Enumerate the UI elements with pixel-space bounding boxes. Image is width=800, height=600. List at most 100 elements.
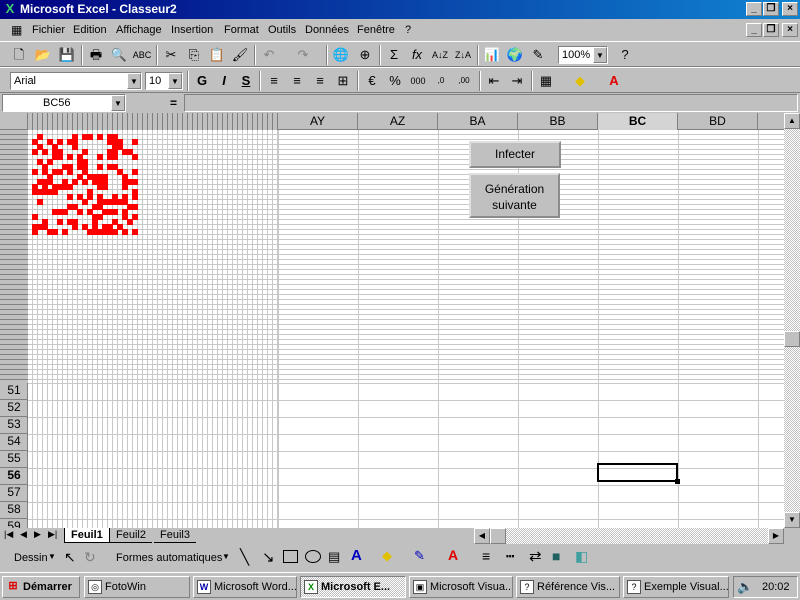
chevron-down-icon[interactable]: ▼	[127, 73, 141, 89]
menu-help[interactable]: ?	[405, 24, 411, 36]
align-left-icon[interactable]: ≡	[263, 71, 285, 91]
currency-icon[interactable]: €	[361, 71, 383, 91]
next-sheet-icon[interactable]: ▶	[34, 529, 41, 540]
tab-feuil3[interactable]: Feuil3	[154, 528, 196, 543]
active-cell[interactable]	[597, 463, 678, 482]
formula-input[interactable]	[184, 94, 798, 112]
col-header-ba[interactable]: BA	[438, 113, 518, 130]
save-icon[interactable]: 💾	[56, 45, 78, 65]
prev-sheet-icon[interactable]: ◀	[20, 529, 27, 540]
thousands-icon[interactable]: 000	[407, 71, 429, 91]
row-header-54[interactable]: 54	[0, 434, 28, 451]
col-header-az[interactable]: AZ	[358, 113, 438, 130]
menu-edition[interactable]: Edition	[73, 24, 107, 36]
row-header-55[interactable]: 55	[0, 451, 28, 468]
scroll-down-icon[interactable]: ▼	[784, 512, 800, 528]
chevron-down-icon[interactable]: ▼	[593, 47, 607, 63]
align-center-icon[interactable]: ≡	[286, 71, 308, 91]
menu-fenetre[interactable]: Fenêtre	[357, 24, 395, 36]
menu-donnees[interactable]: Données	[305, 24, 349, 36]
scroll-thumb[interactable]	[784, 331, 800, 347]
line-color-icon[interactable]: ✎	[414, 548, 425, 564]
print-preview-icon[interactable]: 🔍	[108, 45, 130, 65]
select-pointer-icon[interactable]: ↖	[64, 549, 76, 566]
col-header-ay[interactable]: AY	[278, 113, 358, 130]
increase-indent-icon[interactable]: ⇥	[506, 71, 528, 91]
workbook-icon[interactable]: ▦	[11, 23, 22, 37]
excel-icon[interactable]: X	[3, 2, 17, 16]
font-color-icon[interactable]: A	[603, 71, 625, 91]
autoshapes-menu[interactable]: Formes automatiques	[116, 552, 222, 564]
menu-outils[interactable]: Outils	[268, 24, 296, 36]
task-word[interactable]: W Microsoft Word...	[193, 576, 297, 598]
zoom-select[interactable]: 100% ▼	[558, 46, 608, 64]
row-header-51[interactable]: 51	[0, 383, 28, 400]
spellcheck-icon[interactable]: ABC	[131, 45, 153, 65]
3d-icon[interactable]: ◧	[575, 548, 588, 565]
close-button[interactable]: ×	[782, 2, 798, 16]
copy-icon[interactable]: ⎘	[183, 45, 205, 65]
infect-button[interactable]: Infecter	[469, 141, 561, 168]
sort-desc-icon[interactable]: Z↓A	[452, 45, 474, 65]
align-right-icon[interactable]: ≡	[309, 71, 331, 91]
paste-icon[interactable]: 📋	[206, 45, 228, 65]
select-all-button[interactable]	[0, 113, 28, 130]
borders-icon[interactable]: ▦	[535, 71, 557, 91]
chart-wizard-icon[interactable]: 📊	[481, 45, 503, 65]
chevron-down-icon[interactable]: ▼	[48, 552, 56, 561]
worksheet[interactable]: AY AZ BA BB BC BD 51 52 53 54 55 56 57 5…	[0, 113, 784, 528]
font-select[interactable]: Arial ▼	[10, 72, 142, 90]
decrease-indent-icon[interactable]: ⇤	[483, 71, 505, 91]
draw-menu[interactable]: Dessin	[14, 552, 48, 564]
row-header-53[interactable]: 53	[0, 417, 28, 434]
hscroll-track[interactable]	[490, 528, 768, 544]
chevron-down-icon[interactable]: ▼	[168, 73, 182, 89]
doc-minimize-button[interactable]: _	[746, 23, 762, 37]
function-icon[interactable]: fx	[406, 45, 428, 65]
rotate-icon[interactable]: ↻	[84, 549, 96, 566]
hscroll-thumb[interactable]	[490, 528, 506, 544]
col-header-bd[interactable]: BD	[678, 113, 758, 130]
line-icon[interactable]: ╲	[240, 548, 249, 566]
percent-icon[interactable]: %	[384, 71, 406, 91]
doc-restore-button[interactable]: ❐	[763, 23, 779, 37]
undo-icon[interactable]: ↶	[258, 45, 280, 65]
web-toolbar-icon[interactable]: ⊕	[354, 45, 376, 65]
arrow-icon[interactable]: ↘	[262, 548, 275, 566]
row-header-58[interactable]: 58	[0, 502, 28, 519]
tab-feuil1[interactable]: Feuil1	[64, 528, 110, 543]
narrow-row-headers[interactable]	[0, 130, 28, 383]
volume-icon[interactable]: 🔈	[737, 579, 753, 595]
merge-center-icon[interactable]: ⊞	[332, 71, 354, 91]
sort-asc-icon[interactable]: A↓Z	[429, 45, 451, 65]
first-sheet-icon[interactable]: |◀	[4, 529, 13, 540]
row-header-52[interactable]: 52	[0, 400, 28, 417]
menu-insertion[interactable]: Insertion	[171, 24, 213, 36]
row-header-59[interactable]: 59	[0, 519, 28, 528]
name-box[interactable]: BC56 ▼	[2, 94, 126, 112]
map-icon[interactable]: 🌍	[504, 45, 526, 65]
task-fotowin[interactable]: ◎ FotoWin	[84, 576, 190, 598]
menu-format[interactable]: Format	[224, 24, 259, 36]
scroll-track[interactable]	[784, 129, 800, 512]
underline-button[interactable]: S	[235, 71, 257, 91]
equals-button[interactable]: =	[170, 96, 177, 110]
clock[interactable]: 20:02	[762, 581, 790, 593]
next-generation-button[interactable]: Génération suivante	[469, 173, 560, 218]
hyperlink-icon[interactable]: 🌐	[330, 45, 352, 65]
task-excel[interactable]: X Microsoft E...	[300, 576, 406, 598]
menu-affichage[interactable]: Affichage	[116, 24, 162, 36]
vertical-scrollbar[interactable]: ▲ ▼	[784, 113, 800, 528]
line-style-icon[interactable]: ≡	[482, 548, 490, 564]
chevron-down-icon[interactable]: ▼	[111, 95, 125, 111]
fill-handle[interactable]	[675, 479, 680, 484]
task-visual-basic[interactable]: ▣ Microsoft Visua...	[409, 576, 513, 598]
font-size-select[interactable]: 10 ▼	[145, 72, 183, 90]
last-sheet-icon[interactable]: ▶|	[48, 529, 57, 540]
scroll-right-icon[interactable]: ▶	[768, 528, 784, 544]
dash-style-icon[interactable]: ┅	[506, 548, 514, 565]
task-example[interactable]: ? Exemple Visual...	[623, 576, 729, 598]
fill-color-icon[interactable]: ◆	[569, 71, 591, 91]
wordart-icon[interactable]: A	[351, 547, 362, 564]
autosum-icon[interactable]: Σ	[383, 45, 405, 65]
